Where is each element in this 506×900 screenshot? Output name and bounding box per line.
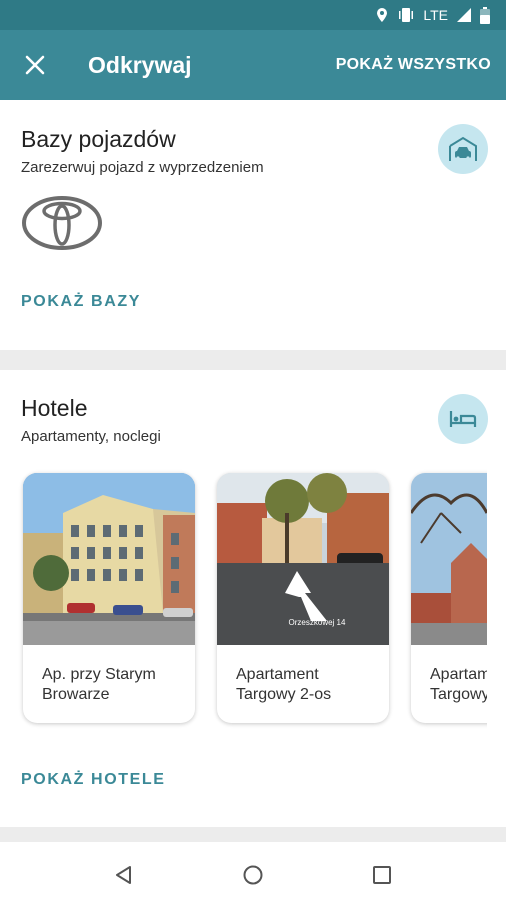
hotel-name: Apartament Targowy 2-os [236, 666, 332, 703]
home-button[interactable] [233, 855, 273, 895]
vehicles-title: Bazy pojazdów [21, 126, 176, 152]
close-button[interactable] [0, 30, 70, 100]
home-icon [243, 865, 263, 885]
show-bases-link[interactable]: POKAŻ BAZY [21, 293, 141, 311]
recents-icon [372, 866, 391, 884]
app-bar: Odkrywaj POKAŻ WSZYSTKO [0, 30, 506, 100]
vehicles-section: Bazy pojazdów Zarezerwuj pojazd z wyprze… [0, 100, 506, 350]
garage-car-icon [438, 124, 488, 174]
back-icon [116, 866, 132, 884]
recents-button[interactable] [362, 855, 402, 895]
close-icon [25, 55, 45, 75]
toyota-logo[interactable] [21, 193, 103, 253]
hotel-name: Apartament Targowy [430, 666, 487, 703]
location-icon [377, 8, 388, 22]
next-section [0, 842, 506, 850]
back-button[interactable] [104, 855, 144, 895]
hotel-name: Ap. przy Starym Browarze [42, 666, 156, 703]
system-nav-bar [0, 850, 506, 900]
show-all-button[interactable]: POKAŻ WSZYSTKO [336, 56, 491, 74]
hotel-card[interactable]: Apartament Targowy [411, 473, 487, 723]
battery-icon [480, 6, 490, 24]
hotels-carousel[interactable]: Ap. przy Starym Browarze Orzeszkowej 14 … [0, 370, 487, 827]
hotels-section: Hotele Apartamenty, noclegi Ap. przy Sta… [0, 370, 506, 827]
show-hotels-link[interactable]: POKAŻ HOTELE [21, 771, 166, 789]
vehicles-subtitle: Zarezerwuj pojazd z wyprzedzeniem [21, 159, 264, 176]
vibrate-icon [399, 8, 414, 22]
network-label: LTE [423, 7, 448, 23]
page-title: Odkrywaj [88, 51, 192, 78]
hotel-card[interactable]: Ap. przy Starym Browarze [23, 473, 195, 723]
signal-icon [457, 8, 471, 22]
hotel-photo [411, 473, 487, 645]
status-bar: LTE [0, 0, 506, 30]
hotel-photo: Orzeszkowej 14 [217, 473, 389, 645]
photo-caption: Orzeszkowej 14 [289, 618, 346, 627]
hotel-photo [23, 473, 195, 645]
hotel-card[interactable]: Orzeszkowej 14 Apartament Targowy 2-os [217, 473, 389, 723]
